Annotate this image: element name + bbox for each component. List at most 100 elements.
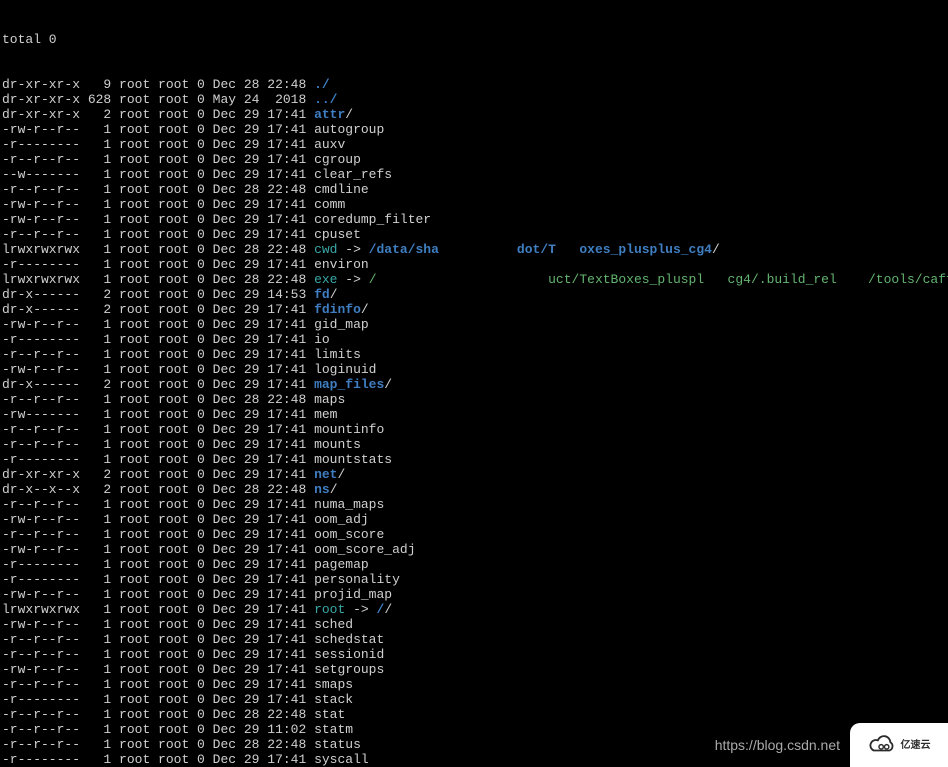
- list-item: -rw-r--r-- 1 root root 0 Dec 29 17:41 co…: [2, 197, 946, 212]
- perms: -r--r--r--: [2, 227, 80, 242]
- perms: -rw-r--r--: [2, 587, 80, 602]
- size: 0: [189, 437, 205, 452]
- file-name: sched: [314, 617, 353, 632]
- owner-group: root root: [111, 692, 189, 707]
- owner-group: root root: [111, 317, 189, 332]
- nlink: 1: [80, 752, 111, 767]
- date: Dec 29 11:02: [205, 722, 314, 737]
- perms: -r--------: [2, 452, 80, 467]
- file-name: cgroup: [314, 152, 361, 167]
- date: Dec 29 17:41: [205, 602, 314, 617]
- file-name: attr: [314, 107, 345, 122]
- perms: dr-xr-xr-x: [2, 467, 80, 482]
- file-name: mountstats: [314, 452, 392, 467]
- perms: dr-xr-xr-x: [2, 107, 80, 122]
- perms: dr-x--x--x: [2, 482, 80, 497]
- perms: dr-x------: [2, 377, 80, 392]
- list-item: -rw------- 1 root root 0 Dec 29 17:41 me…: [2, 407, 946, 422]
- date: Dec 28 22:48: [205, 182, 314, 197]
- nlink: 1: [80, 182, 111, 197]
- nlink: 1: [80, 497, 111, 512]
- nlink: 1: [80, 722, 111, 737]
- owner-group: root root: [111, 737, 189, 752]
- file-name: ../: [314, 92, 337, 107]
- perms: -r--r--r--: [2, 647, 80, 662]
- nlink: 2: [80, 377, 111, 392]
- owner-group: root root: [111, 587, 189, 602]
- list-item: -r-------- 1 root root 0 Dec 29 17:41 sy…: [2, 752, 946, 767]
- size: 0: [189, 452, 205, 467]
- owner-group: root root: [111, 92, 189, 107]
- dir-suffix: /: [337, 467, 345, 482]
- owner-group: root root: [111, 107, 189, 122]
- list-item: -r--r--r-- 1 root root 0 Dec 29 17:41 mo…: [2, 437, 946, 452]
- perms: -r--------: [2, 752, 80, 767]
- watermark-url: https://blog.csdn.net: [715, 738, 840, 753]
- nlink: 1: [80, 272, 111, 287]
- nlink: 1: [80, 737, 111, 752]
- list-item: -r--r--r-- 1 root root 0 Dec 28 22:48 cm…: [2, 182, 946, 197]
- nlink: 1: [80, 422, 111, 437]
- file-name: autogroup: [314, 122, 384, 137]
- date: Dec 29 14:53: [205, 287, 314, 302]
- list-item: -rw-r--r-- 1 root root 0 Dec 29 17:41 oo…: [2, 542, 946, 557]
- owner-group: root root: [111, 302, 189, 317]
- size: 0: [189, 617, 205, 632]
- nlink: 1: [80, 437, 111, 452]
- date: Dec 29 17:41: [205, 752, 314, 767]
- size: 0: [189, 77, 205, 92]
- size: 0: [189, 602, 205, 617]
- list-item: -r--r--r-- 1 root root 0 Dec 29 11:02 st…: [2, 722, 946, 737]
- perms: -r--------: [2, 257, 80, 272]
- size: 0: [189, 497, 205, 512]
- size: 0: [189, 152, 205, 167]
- date: Dec 29 17:41: [205, 332, 314, 347]
- file-name: sessionid: [314, 647, 384, 662]
- list-item: dr-x------ 2 root root 0 Dec 29 17:41 ma…: [2, 377, 946, 392]
- size: 0: [189, 167, 205, 182]
- nlink: 1: [80, 332, 111, 347]
- list-item: -r--r--r-- 1 root root 0 Dec 29 17:41 sm…: [2, 677, 946, 692]
- file-name: pagemap: [314, 557, 369, 572]
- nlink: 1: [80, 557, 111, 572]
- perms: -rw-r--r--: [2, 197, 80, 212]
- size: 0: [189, 722, 205, 737]
- owner-group: root root: [111, 617, 189, 632]
- perms: -r--r--r--: [2, 347, 80, 362]
- file-name: mounts: [314, 437, 361, 452]
- date: Dec 29 17:41: [205, 257, 314, 272]
- file-name: coredump_filter: [314, 212, 431, 227]
- owner-group: root root: [111, 152, 189, 167]
- date: Dec 29 17:41: [205, 512, 314, 527]
- file-name: comm: [314, 197, 345, 212]
- owner-group: root root: [111, 647, 189, 662]
- perms: -r--r--r--: [2, 152, 80, 167]
- file-name: oom_score_adj: [314, 542, 415, 557]
- nlink: 2: [80, 482, 111, 497]
- owner-group: root root: [111, 137, 189, 152]
- file-name: cwd: [314, 242, 337, 257]
- perms: -rw-r--r--: [2, 212, 80, 227]
- list-item: -r-------- 1 root root 0 Dec 29 17:41 st…: [2, 692, 946, 707]
- size: 0: [189, 662, 205, 677]
- size: 0: [189, 197, 205, 212]
- size: 0: [189, 647, 205, 662]
- nlink: 1: [80, 707, 111, 722]
- list-item: -r--r--r-- 1 root root 0 Dec 28 22:48 st…: [2, 707, 946, 722]
- size: 0: [189, 317, 205, 332]
- date: Dec 29 17:41: [205, 662, 314, 677]
- size: 0: [189, 242, 205, 257]
- date: Dec 29 17:41: [205, 122, 314, 137]
- owner-group: root root: [111, 437, 189, 452]
- file-name: numa_maps: [314, 497, 384, 512]
- nlink: 2: [80, 467, 111, 482]
- perms: lrwxrwxrwx: [2, 272, 80, 287]
- owner-group: root root: [111, 707, 189, 722]
- list-item: -r--r--r-- 1 root root 0 Dec 29 17:41 mo…: [2, 422, 946, 437]
- dir-suffix: /: [330, 287, 338, 302]
- size: 0: [189, 137, 205, 152]
- nlink: 2: [80, 107, 111, 122]
- list-item: -rw-r--r-- 1 root root 0 Dec 29 17:41 se…: [2, 662, 946, 677]
- size: 0: [189, 392, 205, 407]
- nlink: 1: [80, 242, 111, 257]
